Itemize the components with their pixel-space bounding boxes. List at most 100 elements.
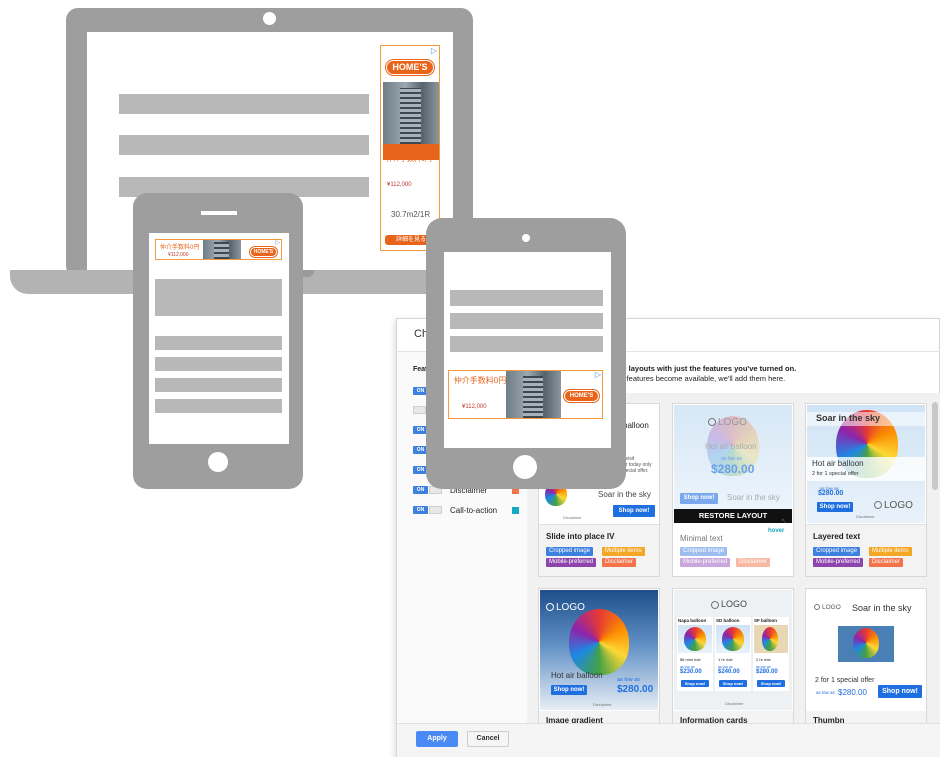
card-tagline: Soar in the sky <box>727 493 780 502</box>
content-placeholder-bar <box>155 399 282 413</box>
shop-now-button[interactable]: Shop now! <box>681 680 709 687</box>
logo-circle-icon <box>546 603 554 612</box>
dialog-description: d layouts with just the features you've … <box>622 364 796 384</box>
tag-disclaimer: Disclaimer <box>736 558 771 567</box>
ad-description: 仲介手数料0円 <box>386 156 432 163</box>
card-small-text: t visit or today only pecial offer. <box>623 456 652 474</box>
content-placeholder-block <box>155 279 282 316</box>
layout-card-layered-text[interactable]: Soar in the sky Hot air balloon 2 for 1 … <box>805 403 927 577</box>
adchoices-icon[interactable]: ▷ <box>431 46 437 55</box>
phone-banner-ad[interactable]: 仲介手数料0円 ¥112,000 HOME'S ▷ <box>155 239 282 260</box>
phone-home-button <box>208 452 228 472</box>
phone-ad-price: ¥112,000 <box>168 252 189 258</box>
shop-now-button[interactable]: Shop now! <box>613 505 655 517</box>
tag-multiple-items: Multiple items <box>602 547 645 556</box>
card-logo: LOGO <box>546 602 585 613</box>
info-item-title: Napa balloon <box>678 618 707 623</box>
feature-toggle-off[interactable] <box>413 406 426 414</box>
tag-mobile-preferred: Mobile-preferred <box>813 558 864 567</box>
content-placeholder-bar <box>450 313 603 329</box>
adchoices-icon[interactable]: ▷ <box>275 239 280 246</box>
logo-text: LOGO <box>721 599 748 609</box>
adchoices-icon[interactable]: ▷ <box>595 370 601 379</box>
card-disclaimer: Disclaimer <box>593 702 612 707</box>
card-headline: Hot air balloon <box>551 671 603 680</box>
content-placeholder-bar <box>119 135 369 155</box>
homes-logo: HOME'S <box>250 247 277 257</box>
tablet-ad-price: ¥112,000 <box>462 404 487 410</box>
card-name: Layered text <box>813 532 861 541</box>
building-image <box>506 371 561 418</box>
info-item-title: SD balloon <box>716 618 740 623</box>
card-disclaimer: Disclaimer <box>725 701 744 706</box>
laptop-camera <box>263 12 276 25</box>
card-logo: LOGO <box>814 604 841 611</box>
info-item-price: $230.00 <box>680 669 702 675</box>
restore-layout-button[interactable]: RESTORE LAYOUT <box>674 509 792 523</box>
card-top-text: balloon <box>623 421 649 430</box>
tag-multiple-items: Multiple items <box>869 547 912 556</box>
homes-logo: HOME'S <box>564 390 599 402</box>
balloon-image <box>569 609 629 675</box>
building-image <box>203 240 241 259</box>
phone-ad-text: 仲介手数料0円 <box>160 245 200 251</box>
card-price: $280.00 <box>838 688 867 697</box>
logo-circle-icon <box>711 600 719 609</box>
card-logo: LOGO <box>708 417 747 428</box>
card-offer: 2 for 1 special offer <box>812 471 859 477</box>
card-headline: Soar in the sky <box>816 413 881 423</box>
as-low-as: as low as <box>617 677 640 683</box>
scrollbar[interactable] <box>932 402 938 490</box>
card-price: $280.00 <box>617 684 654 695</box>
laptop-vertical-ad[interactable]: ▷ HOME'S 仲介手数料0円 ¥112,000 30.7m2/1R 詳細を見… <box>380 45 440 251</box>
layout-card-information-cards[interactable]: LOGO Napa balloon $6 mini ride as low as… <box>672 588 794 725</box>
tag-cropped-image: Cropped image <box>680 547 728 556</box>
logo-text: LOGO <box>556 602 585 613</box>
shop-now-button[interactable]: Shop now! <box>719 680 747 687</box>
feature-toggle-disclaimer[interactable]: ON <box>413 486 428 494</box>
layout-card-thumbnail[interactable]: LOGO Soar in the sky 2 for 1 special off… <box>805 588 927 725</box>
tablet-home-button <box>513 455 537 479</box>
info-item[interactable]: SF balloon 2 hr ride as low as $280.00 S… <box>753 617 789 691</box>
shop-now-button[interactable]: Shop now! <box>817 502 853 512</box>
layout-card-image-gradient[interactable]: LOGO Hot air balloon as low as $280.00 S… <box>538 588 660 725</box>
shop-now-button[interactable]: Shop now! <box>551 685 587 695</box>
balloon-image <box>762 627 778 651</box>
logo-circle-icon <box>814 604 820 611</box>
layout-card-minimal-text[interactable]: LOGO Hot air balloon as low as $280.00 S… <box>672 403 794 577</box>
balloon-image <box>853 628 879 658</box>
logo-text: LOGO <box>718 417 747 428</box>
card-price: $280.00 <box>818 490 844 497</box>
card-logo: LOGO <box>874 500 913 511</box>
ad-room-size: 30.7m2/1R <box>391 210 431 219</box>
homes-logo: HOME'S <box>386 60 434 75</box>
card-disclaimer: Disclaimer <box>856 514 875 519</box>
tag-disclaimer: Disclaimer <box>869 558 904 567</box>
feature-toggle-cta[interactable]: ON <box>413 506 428 514</box>
tablet-camera <box>522 234 530 242</box>
apply-button[interactable]: Apply <box>416 731 458 747</box>
info-item[interactable]: SD balloon 1 hr ride as low as $240.00 S… <box>715 617 751 691</box>
card-headline: Soar in the sky <box>598 490 651 499</box>
tablet-ad-text: 仲介手数料0円 <box>453 376 507 385</box>
content-placeholder-bar <box>155 357 282 371</box>
ad-price: ¥112,000 <box>387 182 412 188</box>
shop-now-button[interactable]: Shop now! <box>757 680 785 687</box>
as-low-as: as low as <box>816 690 835 695</box>
card-name: Slide into place IV <box>546 532 615 541</box>
content-placeholder-bar <box>119 94 369 114</box>
cancel-button[interactable]: Cancel <box>467 731 509 747</box>
info-item-ride: 1 hr ride <box>718 657 733 662</box>
tablet-banner-ad[interactable]: 仲介手数料0円 ¥112,000 HOME'S ▷ <box>448 370 603 419</box>
info-item-title: SF balloon <box>754 618 777 623</box>
tag-mobile-preferred: Mobile-preferred <box>546 558 597 567</box>
shop-now-button[interactable]: Shop now! <box>680 493 718 504</box>
info-item[interactable]: Napa balloon $6 mini ride as low as $230… <box>677 617 713 691</box>
feature-label-cta: Call-to-action <box>450 506 498 515</box>
card-subhead: Hot air balloon <box>812 459 864 468</box>
cursor-icon: ↖ <box>781 518 787 525</box>
tag-mobile-preferred: Mobile-preferred <box>680 558 731 567</box>
card-name: Minimal text <box>680 534 723 543</box>
toggle-track[interactable] <box>429 506 442 514</box>
shop-now-button[interactable]: Shop now! <box>878 685 922 698</box>
